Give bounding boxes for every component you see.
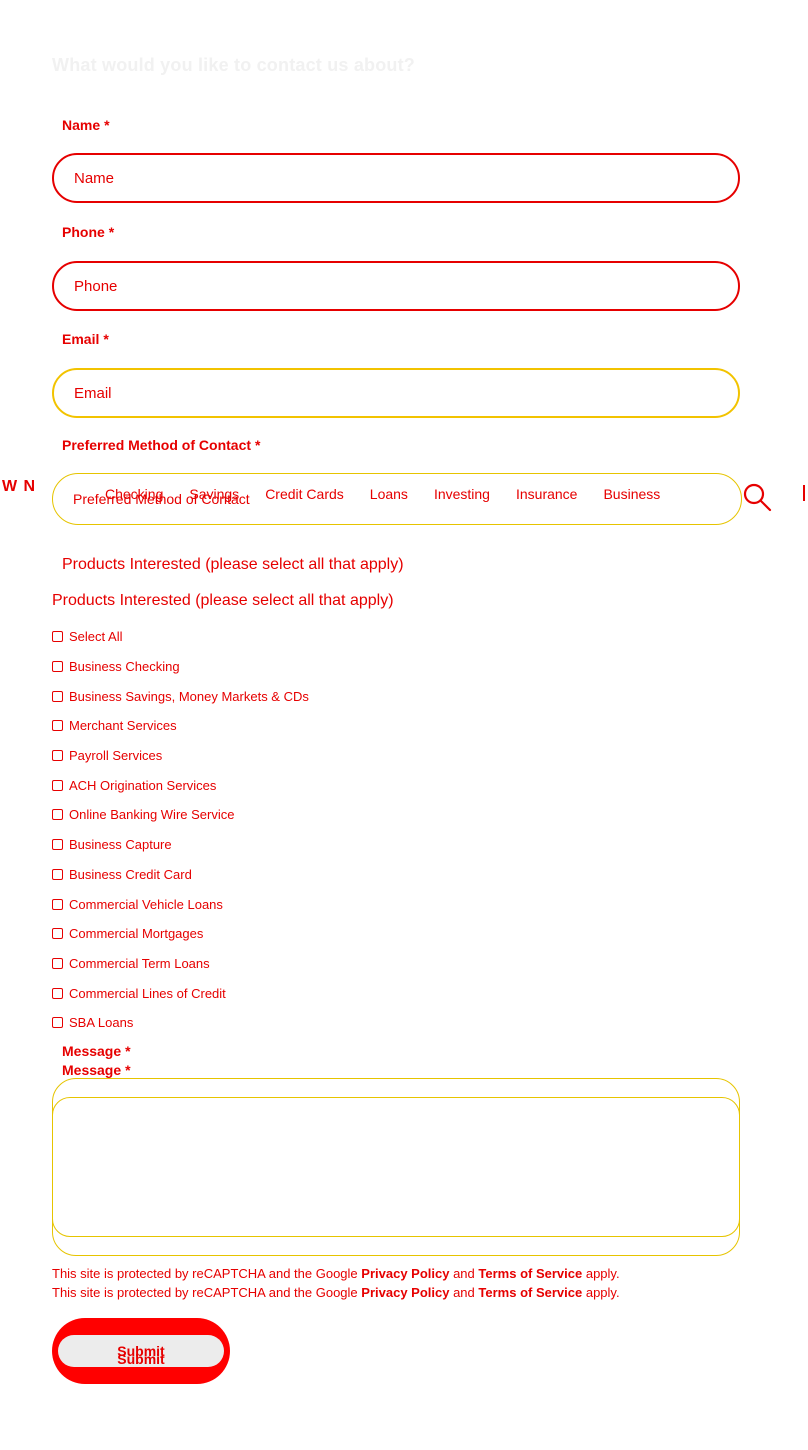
checkbox[interactable]: [52, 750, 63, 762]
nav-item-credit-cards[interactable]: Credit Cards: [265, 486, 344, 502]
phone-label-text: Phone: [62, 224, 105, 240]
nav-item-investing[interactable]: Investing: [434, 486, 490, 502]
recaptcha-suffix: apply.: [585, 1266, 620, 1281]
checkbox[interactable]: [52, 779, 63, 791]
recaptcha-and: and: [453, 1266, 475, 1281]
name-input[interactable]: [52, 153, 740, 203]
submit-button-label-duplicate: Submit: [117, 1351, 165, 1367]
phone-input[interactable]: [52, 261, 740, 311]
checkbox[interactable]: [52, 631, 63, 643]
checkbox-label: Commercial Vehicle Loans: [69, 896, 223, 912]
recaptcha-prefix: This site is protected by reCAPTCHA and …: [52, 1285, 358, 1300]
checkbox[interactable]: [52, 868, 63, 880]
checkbox-label: Commercial Lines of Credit: [69, 985, 226, 1001]
form-heading: What would you like to contact us about?: [52, 55, 415, 75]
checkbox-label: Business Capture: [69, 837, 172, 853]
checkbox-row-commercial-mortgages[interactable]: Commercial Mortgages: [52, 919, 452, 949]
products-checkbox-list: Select All Business Checking Business Sa…: [52, 622, 452, 1038]
privacy-policy-link[interactable]: Privacy Policy: [361, 1285, 449, 1300]
checkbox[interactable]: [52, 839, 63, 851]
checkbox-row-select-all[interactable]: Select All: [52, 622, 452, 652]
checkbox[interactable]: [52, 987, 63, 999]
brand-logo-fragment[interactable]: W N: [2, 478, 36, 496]
checkbox-row-merchant-services[interactable]: Merchant Services: [52, 711, 452, 741]
checkbox-label: Select All: [69, 629, 123, 645]
checkbox[interactable]: [52, 1017, 63, 1029]
phone-label: Phone *: [62, 224, 114, 240]
checkbox-row-wire-service[interactable]: Online Banking Wire Service: [52, 800, 452, 830]
checkbox-label: Commercial Mortgages: [69, 926, 204, 942]
email-label-text: Email: [62, 331, 100, 347]
products-legend: Products Interested (please select all t…: [52, 592, 394, 609]
required-marker: *: [255, 437, 261, 453]
main-nav: Checking Savings Credit Cards Loans Inve…: [105, 486, 686, 502]
checkbox-row-business-credit-card[interactable]: Business Credit Card: [52, 860, 452, 890]
nav-item-savings[interactable]: Savings: [189, 486, 239, 502]
message-label-duplicate: Message *: [62, 1062, 131, 1078]
required-marker: *: [104, 117, 110, 133]
message-label-text: Message: [62, 1043, 122, 1059]
recaptcha-notice-duplicate: This site is protected by reCAPTCHA and …: [52, 1285, 620, 1300]
checkbox-row-commercial-vehicle-loans[interactable]: Commercial Vehicle Loans: [52, 889, 452, 919]
required-marker: *: [103, 331, 109, 347]
checkbox-label: Online Banking Wire Service: [69, 807, 235, 823]
checkbox-row-ach-origination[interactable]: ACH Origination Services: [52, 770, 452, 800]
nav-item-insurance[interactable]: Insurance: [516, 486, 577, 502]
nav-item-business[interactable]: Business: [603, 486, 660, 502]
checkbox[interactable]: [52, 690, 63, 702]
privacy-policy-link[interactable]: Privacy Policy: [361, 1266, 449, 1281]
checkbox-row-commercial-lines-of-credit[interactable]: Commercial Lines of Credit: [52, 978, 452, 1008]
checkbox-label: Business Savings, Money Markets & CDs: [69, 688, 309, 704]
message-label: Message *: [62, 1043, 131, 1059]
required-marker: *: [125, 1062, 131, 1078]
checkbox-row-business-savings[interactable]: Business Savings, Money Markets & CDs: [52, 681, 452, 711]
required-marker: *: [108, 224, 115, 240]
required-marker: *: [125, 1043, 131, 1059]
recaptcha-notice: This site is protected by reCAPTCHA and …: [52, 1266, 620, 1281]
email-input[interactable]: [52, 368, 740, 418]
nav-edge-fragment: [803, 485, 805, 501]
checkbox-row-payroll-services[interactable]: Payroll Services: [52, 741, 452, 771]
checkbox-label: Business Credit Card: [69, 866, 192, 882]
terms-of-service-link[interactable]: Terms of Service: [478, 1285, 582, 1300]
search-icon[interactable]: [742, 482, 772, 512]
nav-item-checking[interactable]: Checking: [105, 486, 163, 502]
recaptcha-suffix: apply.: [585, 1285, 620, 1300]
checkbox[interactable]: [52, 957, 63, 969]
message-label-text: Message: [62, 1062, 122, 1078]
name-label: Name *: [62, 117, 110, 133]
terms-of-service-link[interactable]: Terms of Service: [478, 1266, 582, 1281]
checkbox[interactable]: [52, 720, 63, 732]
checkbox-row-commercial-term-loans[interactable]: Commercial Term Loans: [52, 949, 452, 979]
checkbox-row-sba-loans[interactable]: SBA Loans: [52, 1008, 452, 1038]
checkbox-label: Payroll Services: [69, 748, 163, 764]
checkbox-row-business-checking[interactable]: Business Checking: [52, 652, 452, 682]
nav-item-loans[interactable]: Loans: [370, 486, 408, 502]
checkbox-label: ACH Origination Services: [69, 777, 217, 793]
contact-method-label-text: Preferred Method of Contact: [62, 437, 252, 453]
checkbox[interactable]: [52, 898, 63, 910]
email-label: Email *: [62, 331, 109, 347]
recaptcha-and: and: [453, 1285, 475, 1300]
checkbox[interactable]: [52, 809, 63, 821]
checkbox-label: Commercial Term Loans: [69, 955, 210, 971]
name-label-text: Name: [62, 117, 101, 133]
checkbox[interactable]: [52, 928, 63, 940]
checkbox-label: Business Checking: [69, 659, 180, 675]
checkbox-label: Merchant Services: [69, 718, 177, 734]
checkbox[interactable]: [52, 661, 63, 673]
contact-method-label: Preferred Method of Contact *: [62, 437, 260, 453]
products-label: Products Interested (please select all t…: [62, 556, 404, 573]
recaptcha-prefix: This site is protected by reCAPTCHA and …: [52, 1266, 358, 1281]
message-textarea[interactable]: [52, 1097, 740, 1237]
checkbox-label: SBA Loans: [69, 1015, 134, 1031]
checkbox-row-business-capture[interactable]: Business Capture: [52, 830, 452, 860]
